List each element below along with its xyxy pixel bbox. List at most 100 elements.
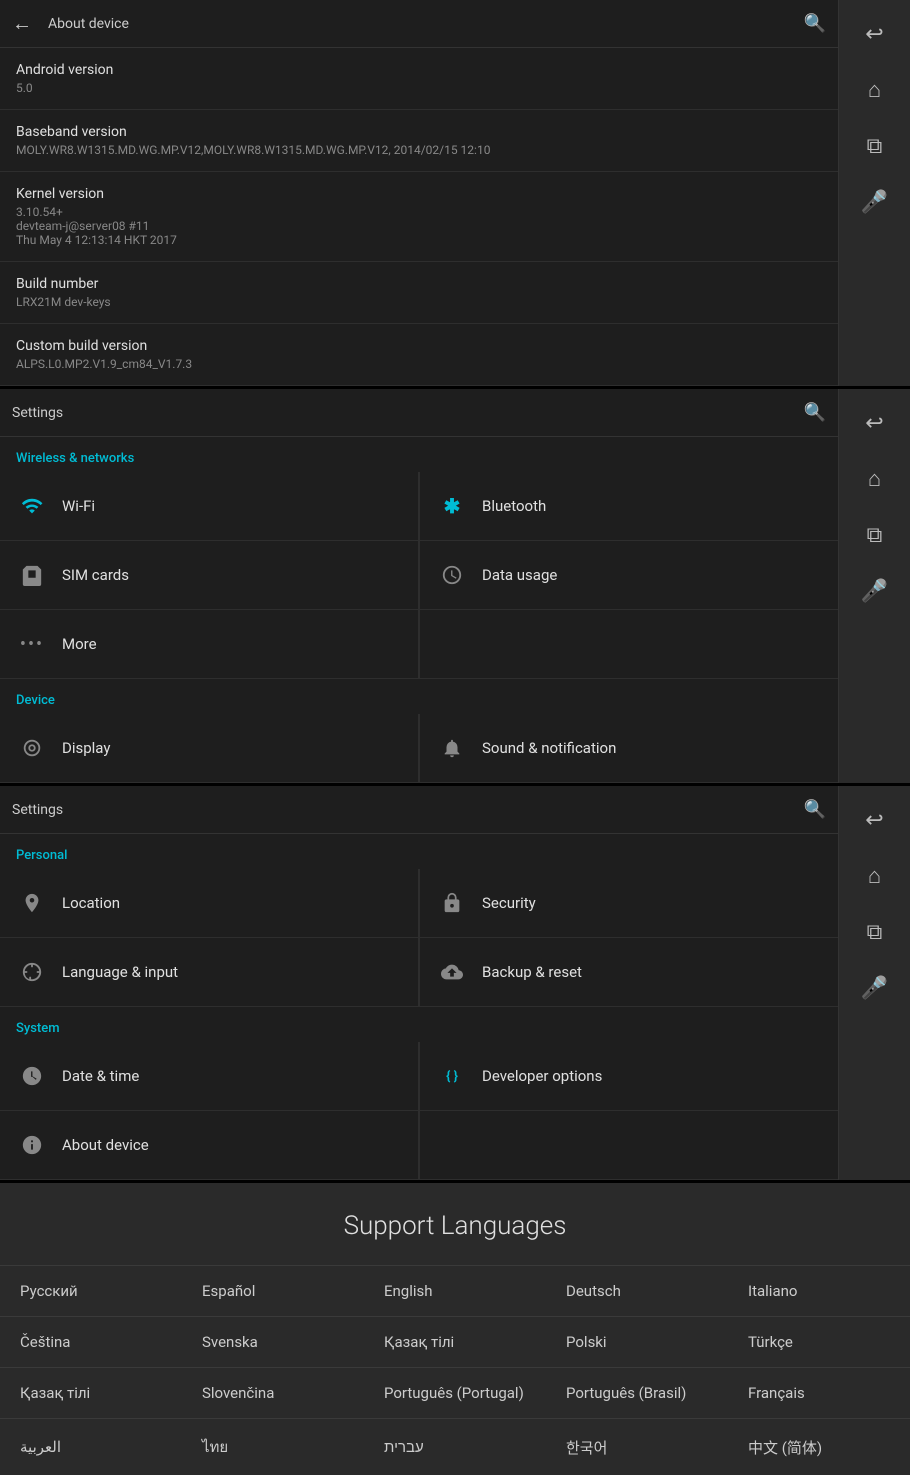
settings-item-location[interactable]: Location — [0, 869, 419, 938]
back-nav-button-3[interactable]: ↩ — [847, 794, 903, 846]
settings-wireless-content: Settings 🔍 Wireless & networks Wi-Fi ✱ B… — [0, 389, 838, 783]
language-cell: Español — [182, 1266, 364, 1317]
backup-label: Backup & reset — [482, 963, 582, 981]
baseband-version-item: Baseband version MOLY.WR8.W1315.MD.WG.MP… — [0, 110, 838, 172]
settings-item-display[interactable]: Display — [0, 714, 419, 783]
search-icon[interactable]: 🔍 — [804, 13, 826, 34]
language-cell: Čeština — [0, 1317, 182, 1368]
more-label: More — [62, 635, 97, 653]
mic-nav-button[interactable]: 🎤 — [847, 176, 903, 228]
home-nav-button-2[interactable]: ⌂ — [847, 453, 903, 505]
settings-personal-panel: Settings 🔍 Personal Location Security — [0, 786, 910, 1183]
location-icon — [16, 887, 48, 919]
security-label: Security — [482, 894, 536, 912]
bluetooth-icon: ✱ — [436, 490, 468, 522]
back-nav-icon: ↩ — [865, 22, 883, 47]
about-device-title: About device — [48, 16, 804, 32]
language-cell: 中文 (简体) — [728, 1419, 910, 1475]
language-row: Қазақ тіліSlovenčinaPortuguês (Portugal)… — [0, 1368, 910, 1419]
mic-nav-button-2[interactable]: 🎤 — [847, 565, 903, 617]
settings-item-language[interactable]: Language & input — [0, 938, 419, 1007]
language-cell: Қазақ тілі — [364, 1317, 546, 1368]
custom-build-label: Custom build version — [16, 338, 822, 354]
mic-nav-button-3[interactable]: 🎤 — [847, 962, 903, 1014]
language-cell: Italiano — [728, 1266, 910, 1317]
settings-personal-search-icon[interactable]: 🔍 — [804, 799, 826, 820]
back-button[interactable]: ← — [12, 11, 32, 36]
system-section-label: System — [0, 1007, 838, 1042]
settings-item-developer[interactable]: { } Developer options — [419, 1042, 838, 1111]
language-cell: العربية — [0, 1419, 182, 1475]
language-cell: Português (Brasil) — [546, 1368, 728, 1419]
baseband-version-label: Baseband version — [16, 124, 822, 140]
display-label: Display — [62, 739, 110, 757]
language-cell: Қазақ тілі — [0, 1368, 182, 1419]
settings-item-sim[interactable]: SIM cards — [0, 541, 419, 610]
security-icon — [436, 887, 468, 919]
language-row: РусскийEspañolEnglishDeutschItaliano — [0, 1266, 910, 1317]
settings-item-more[interactable]: ••• More — [0, 610, 419, 679]
language-row: العربيةไทยעברית한국어中文 (简体) — [0, 1419, 910, 1475]
language-cell: 한국어 — [546, 1419, 728, 1475]
home-nav-icon-2: ⌂ — [868, 466, 881, 492]
backup-icon — [436, 956, 468, 988]
sim-label: SIM cards — [62, 566, 129, 584]
location-label: Location — [62, 894, 120, 912]
recents-nav-icon-2: ⧉ — [867, 523, 883, 548]
about-icon — [16, 1129, 48, 1161]
sound-icon — [436, 732, 468, 764]
build-number-value: LRX21M dev-keys — [16, 295, 822, 309]
settings-item-sound[interactable]: Sound & notification — [419, 714, 838, 783]
wifi-label: Wi-Fi — [62, 497, 95, 515]
panel2-sidebar: ↩ ⌂ ⧉ 🎤 — [838, 389, 910, 783]
language-cell: Polski — [546, 1317, 728, 1368]
android-version-value: 5.0 — [16, 81, 822, 95]
settings-wireless-panel: Settings 🔍 Wireless & networks Wi-Fi ✱ B… — [0, 389, 910, 786]
settings-item-data[interactable]: Data usage — [419, 541, 838, 610]
recents-nav-icon: ⧉ — [867, 134, 883, 159]
settings-search-icon[interactable]: 🔍 — [804, 402, 826, 423]
language-cell: Deutsch — [546, 1266, 728, 1317]
home-nav-button[interactable]: ⌂ — [847, 64, 903, 116]
kernel-version-value: 3.10.54+ devteam-j@server08 #11 Thu May … — [16, 205, 822, 247]
home-nav-button-3[interactable]: ⌂ — [847, 850, 903, 902]
settings-item-bluetooth[interactable]: ✱ Bluetooth — [419, 472, 838, 541]
back-nav-icon-3: ↩ — [865, 808, 883, 833]
data-usage-icon — [436, 559, 468, 591]
about-device-header: ← About device 🔍 — [0, 0, 838, 48]
wifi-icon — [16, 490, 48, 522]
personal-section-label: Personal — [0, 834, 838, 869]
recents-nav-button[interactable]: ⧉ — [847, 120, 903, 172]
panel3-sidebar: ↩ ⌂ ⧉ 🎤 — [838, 786, 910, 1180]
more-empty-cell — [419, 610, 838, 679]
settings-item-backup[interactable]: Backup & reset — [419, 938, 838, 1007]
recents-nav-button-2[interactable]: ⧉ — [847, 509, 903, 561]
languages-table: РусскийEspañolEnglishDeutschItalianoČešt… — [0, 1266, 910, 1475]
kernel-version-label: Kernel version — [16, 186, 822, 202]
android-version-item: Android version 5.0 — [0, 48, 838, 110]
settings-item-security[interactable]: Security — [419, 869, 838, 938]
settings-item-about[interactable]: About device — [0, 1111, 419, 1180]
about-device-content: ← About device 🔍 Android version 5.0 Bas… — [0, 0, 838, 386]
custom-build-value: ALPS.L0.MP2.V1.9_cm84_V1.7.3 — [16, 357, 822, 371]
support-languages-title: Support Languages — [0, 1183, 910, 1266]
language-cell: Türkçe — [728, 1317, 910, 1368]
about-empty-cell — [419, 1111, 838, 1180]
back-nav-button[interactable]: ↩ — [847, 8, 903, 60]
sound-label: Sound & notification — [482, 739, 616, 757]
language-cell: Português (Portugal) — [364, 1368, 546, 1419]
settings-item-wifi[interactable]: Wi-Fi — [0, 472, 419, 541]
home-nav-icon: ⌂ — [868, 77, 881, 103]
wireless-grid: Wi-Fi ✱ Bluetooth SIM cards — [0, 472, 838, 679]
language-cell: Svenska — [182, 1317, 364, 1368]
settings-item-date[interactable]: Date & time — [0, 1042, 419, 1111]
data-usage-label: Data usage — [482, 566, 557, 584]
settings-personal-header: Settings 🔍 — [0, 786, 838, 834]
back-nav-button-2[interactable]: ↩ — [847, 397, 903, 449]
kernel-version-item: Kernel version 3.10.54+ devteam-j@server… — [0, 172, 838, 262]
date-label: Date & time — [62, 1067, 139, 1085]
device-section-label: Device — [0, 679, 838, 714]
settings-header: Settings 🔍 — [0, 389, 838, 437]
recents-nav-button-3[interactable]: ⧉ — [847, 906, 903, 958]
language-cell: English — [364, 1266, 546, 1317]
